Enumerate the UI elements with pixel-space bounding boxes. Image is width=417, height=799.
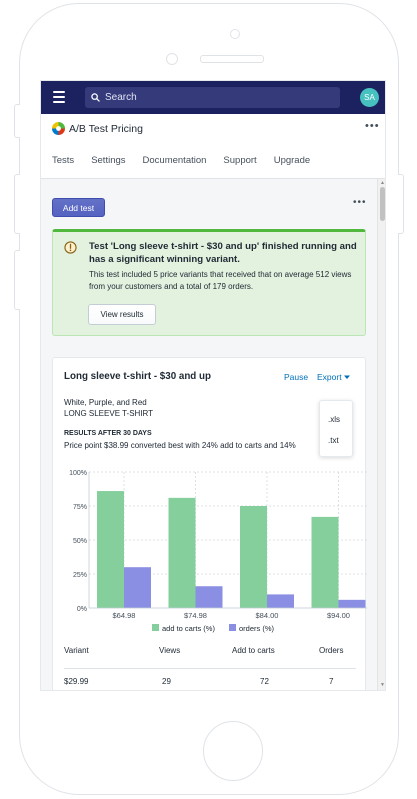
- variant-colors: White, Purple, and Red: [64, 398, 147, 407]
- variant-name: LONG SLEEVE T-SHIRT: [64, 409, 154, 418]
- tab-documentation[interactable]: Documentation: [143, 155, 207, 166]
- caret-down-icon: [343, 375, 350, 379]
- volume-down-button: [14, 250, 20, 310]
- pause-link[interactable]: Pause: [284, 372, 308, 382]
- top-bar: SA: [41, 81, 385, 114]
- banner-body: This test included 5 price variants that…: [89, 270, 352, 291]
- earpiece-speaker: [200, 55, 264, 63]
- header-orders: Orders: [319, 646, 344, 655]
- main-content: Add test ••• Test 'Long sleeve t-shirt -…: [41, 179, 377, 690]
- search-box[interactable]: [85, 87, 340, 108]
- cell-add-to-carts: 72: [260, 677, 269, 686]
- legend-label: orders (%): [239, 624, 275, 633]
- export-link[interactable]: Export: [317, 372, 350, 382]
- header-views: Views: [159, 646, 181, 655]
- results-heading: RESULTS AFTER 30 DAYS: [64, 430, 152, 437]
- x-tick-label: $84.00: [256, 611, 279, 620]
- scrollbar-thumb[interactable]: [380, 187, 385, 221]
- user-avatar[interactable]: SA: [360, 88, 379, 107]
- bar-orders: [338, 599, 366, 608]
- page-more-icon[interactable]: •••: [353, 197, 367, 208]
- tab-upgrade[interactable]: Upgrade: [274, 155, 310, 166]
- export-option-xls[interactable]: .xls: [328, 415, 340, 424]
- alert-circle-icon: [64, 241, 77, 254]
- bar-add-to-carts: [97, 491, 124, 608]
- results-summary: Price point $38.99 converted best with 2…: [64, 441, 296, 450]
- export-option-txt[interactable]: .txt: [328, 436, 339, 445]
- export-dropdown-menu: .xls .txt: [319, 400, 353, 457]
- cell-variant: $29.99: [64, 677, 89, 686]
- bar-orders: [267, 594, 294, 608]
- bar-add-to-carts: [168, 497, 196, 608]
- y-tick-label: 0%: [77, 606, 87, 613]
- cell-views: 29: [162, 677, 171, 686]
- bar-add-to-carts: [240, 506, 267, 608]
- cell-orders: 7: [329, 677, 334, 686]
- y-tick-label: 75%: [73, 504, 87, 511]
- y-tick-label: 100%: [69, 470, 87, 477]
- app-more-icon[interactable]: •••: [365, 120, 380, 132]
- banner-title: Test 'Long sleeve t-shirt - $30 and up' …: [89, 241, 357, 265]
- bar-orders: [124, 567, 151, 608]
- home-button[interactable]: [203, 721, 263, 781]
- bar-orders: [195, 586, 223, 608]
- legend-label: add to carts (%): [162, 624, 215, 633]
- power-button: [398, 174, 404, 234]
- x-tick-label: $94.00: [327, 611, 350, 620]
- front-camera: [230, 29, 240, 39]
- table-header: Variant Views Add to carts Orders: [64, 646, 356, 669]
- search-input[interactable]: [105, 92, 325, 103]
- card-title: Long sleeve t-shirt - $30 and up: [64, 371, 211, 382]
- scrollbar[interactable]: ▲ ▼: [377, 179, 385, 690]
- tab-settings[interactable]: Settings: [91, 155, 125, 166]
- scroll-down-arrow-icon[interactable]: ▼: [380, 682, 385, 688]
- test-card: Long sleeve t-shirt - $30 and up Pause E…: [52, 357, 367, 690]
- export-label: Export: [317, 372, 342, 382]
- x-tick-label: $74.98: [184, 611, 207, 620]
- app-title: A/B Test Pricing: [69, 123, 143, 135]
- scroll-up-arrow-icon[interactable]: ▲: [380, 180, 385, 186]
- search-icon: [91, 93, 100, 102]
- add-test-button[interactable]: Add test: [52, 198, 105, 217]
- app-logo-icon: [52, 122, 65, 135]
- legend-swatch: [152, 624, 159, 631]
- results-chart: 0% 25% 50% 75% 100% $64.98 $74.98 $84.00 $94.00 a…: [69, 470, 367, 633]
- proximity-sensor: [166, 53, 178, 65]
- nav-tabs: Tests Settings Documentation Support Upg…: [52, 155, 310, 166]
- app-header: A/B Test Pricing ••• Tests Settings Docu…: [41, 114, 385, 179]
- header-variant: Variant: [64, 646, 89, 655]
- tab-tests[interactable]: Tests: [52, 155, 74, 166]
- legend-swatch: [229, 624, 236, 631]
- tab-support[interactable]: Support: [223, 155, 256, 166]
- app-screen: SA A/B Test Pricing ••• Tests Settings D…: [40, 80, 386, 691]
- mute-switch: [14, 104, 20, 138]
- volume-up-button: [14, 174, 20, 234]
- y-tick-label: 25%: [73, 572, 87, 579]
- x-tick-label: $64.98: [113, 611, 136, 620]
- header-add-to-carts: Add to carts: [232, 646, 275, 655]
- menu-icon[interactable]: [53, 91, 65, 103]
- y-tick-label: 50%: [73, 538, 87, 545]
- success-banner: Test 'Long sleeve t-shirt - $30 and up' …: [52, 229, 366, 336]
- view-results-button[interactable]: View results: [88, 304, 156, 325]
- bar-add-to-carts: [311, 516, 339, 608]
- variant-description: White, Purple, and Red LONG SLEEVE T-SHI…: [64, 397, 153, 419]
